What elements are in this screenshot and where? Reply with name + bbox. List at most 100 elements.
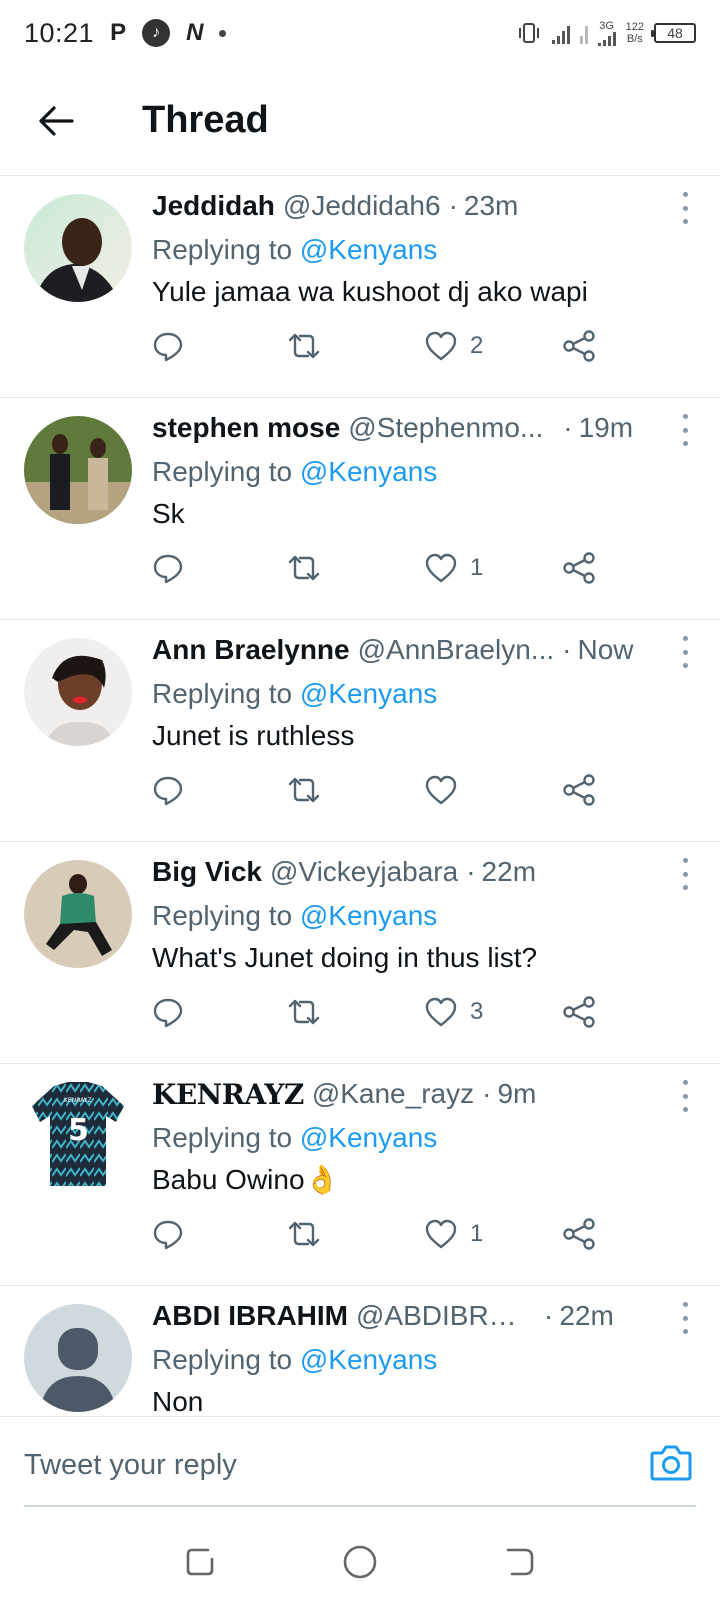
user-handle[interactable]: @ABDIBRAH...: [356, 1300, 526, 1332]
heart-icon: [425, 553, 457, 583]
display-name[interactable]: stephen mose: [152, 412, 340, 444]
tweet-body: KENRAYZ @Kane_rayz · 9m Replying to @Ken…: [152, 1074, 696, 1202]
share-button[interactable]: [562, 990, 596, 1034]
reply-icon: [153, 554, 183, 584]
separator-dot: ·: [448, 190, 458, 221]
reply-tweet[interactable]: ABDI IBRAHIM @ABDIBRAH... · 22m Replying…: [0, 1286, 720, 1416]
like-button[interactable]: 1: [424, 1212, 483, 1256]
avatar[interactable]: [24, 1304, 132, 1412]
reply-button[interactable]: [152, 768, 184, 812]
replying-to: Replying to @Kenyans: [152, 1118, 696, 1158]
display-name[interactable]: Ann Braelynne: [152, 634, 350, 666]
retweet-icon: [288, 555, 320, 581]
avatar[interactable]: [24, 860, 132, 968]
heart-icon: [425, 775, 457, 805]
home-button[interactable]: [330, 1532, 390, 1592]
avatar[interactable]: [24, 194, 132, 302]
retweet-icon: [288, 777, 320, 803]
heart-icon: [425, 997, 457, 1027]
input-underline: [24, 1505, 696, 1507]
share-button[interactable]: [562, 324, 596, 368]
mention-link[interactable]: @Kenyans: [300, 900, 437, 931]
avatar[interactable]: [24, 416, 132, 524]
mention-link[interactable]: @Kenyans: [300, 1122, 437, 1153]
more-options-button[interactable]: [670, 856, 700, 892]
replying-to-label: Replying to: [152, 234, 300, 265]
like-button[interactable]: 2: [424, 324, 483, 368]
user-handle[interactable]: @Jeddidah6: [283, 190, 441, 222]
arrow-left-icon: [39, 105, 74, 136]
tweet-header: Big Vick @Vickeyjabara · 22m: [152, 852, 696, 892]
camera-button[interactable]: [648, 1439, 694, 1485]
more-options-button[interactable]: [670, 1300, 700, 1336]
share-button[interactable]: [562, 1212, 596, 1256]
timestamp[interactable]: 19m: [579, 412, 633, 444]
more-options-button[interactable]: [670, 1078, 700, 1114]
replying-to: Replying to @Kenyans: [152, 1340, 696, 1380]
retweet-button[interactable]: [286, 324, 322, 368]
more-options-button[interactable]: [670, 634, 700, 670]
reply-list[interactable]: Jeddidah @Jeddidah6 · 23m Replying to @K…: [0, 176, 720, 1416]
timestamp[interactable]: 22m: [482, 856, 536, 888]
mention-link[interactable]: @Kenyans: [300, 678, 437, 709]
signal-3-icon: [597, 31, 616, 46]
recents-button[interactable]: [170, 1532, 230, 1592]
reply-tweet[interactable]: 5 KENRAYZ KENRAYZ @Kane_rayz · 9m Replyi…: [0, 1064, 720, 1286]
user-handle[interactable]: @Stephenmo...: [348, 412, 543, 444]
retweet-button[interactable]: [286, 990, 322, 1034]
like-button[interactable]: 3: [424, 990, 483, 1034]
user-handle[interactable]: @Kane_rayz: [312, 1078, 474, 1110]
more-options-button[interactable]: [670, 412, 700, 448]
user-handle[interactable]: @AnnBraelyn...: [358, 634, 555, 666]
like-count: 2: [470, 332, 484, 359]
avatar[interactable]: [24, 638, 132, 746]
mention-link[interactable]: @Kenyans: [300, 456, 437, 487]
tweet-text: Sk: [152, 498, 185, 529]
timestamp[interactable]: 23m: [464, 190, 518, 222]
mention-link[interactable]: @Kenyans: [300, 1344, 437, 1375]
reply-button[interactable]: [152, 546, 184, 590]
tweet-text: Babu Owino👌: [152, 1164, 340, 1195]
default-avatar-icon: [24, 1304, 132, 1412]
tweet-header: KENRAYZ @Kane_rayz · 9m: [152, 1074, 696, 1114]
tweet-header: ABDI IBRAHIM @ABDIBRAH... · 22m: [152, 1296, 696, 1336]
user-handle[interactable]: @Vickeyjabara: [270, 856, 458, 888]
tiktok-icon: ♪: [142, 19, 171, 47]
retweet-button[interactable]: [286, 768, 322, 812]
mention-link[interactable]: @Kenyans: [300, 234, 437, 265]
jersey-number: 5: [68, 1113, 89, 1148]
retweet-button[interactable]: [286, 1212, 322, 1256]
reply-tweet[interactable]: Big Vick @Vickeyjabara · 22m Replying to…: [0, 842, 720, 1064]
retweet-icon: [288, 1221, 320, 1247]
share-icon: [563, 552, 595, 584]
avatar[interactable]: 5 KENRAYZ: [24, 1082, 132, 1190]
like-button[interactable]: [424, 768, 470, 812]
reply-tweet[interactable]: Jeddidah @Jeddidah6 · 23m Replying to @K…: [0, 176, 720, 398]
display-name[interactable]: KENRAYZ: [152, 1078, 304, 1111]
tweet-reply-input[interactable]: [24, 1435, 584, 1495]
timestamp[interactable]: 22m: [559, 1300, 613, 1332]
reply-button[interactable]: [152, 990, 184, 1034]
more-options-button[interactable]: [670, 190, 700, 226]
retweet-button[interactable]: [286, 546, 322, 590]
display-name[interactable]: Big Vick: [152, 856, 262, 888]
timestamp[interactable]: Now: [577, 634, 633, 666]
reply-icon: [153, 1220, 183, 1250]
reply-tweet[interactable]: Ann Braelynne @AnnBraelyn... · Now Reply…: [0, 620, 720, 842]
share-icon: [563, 1218, 595, 1250]
share-button[interactable]: [562, 768, 596, 812]
display-name[interactable]: Jeddidah: [152, 190, 275, 222]
separator-dot: ·: [563, 412, 573, 443]
replying-to: Replying to @Kenyans: [152, 896, 696, 936]
back-button[interactable]: [26, 91, 86, 151]
timestamp[interactable]: 9m: [497, 1078, 536, 1110]
like-button[interactable]: 1: [424, 546, 483, 590]
separator-dot: ·: [482, 1078, 492, 1109]
share-button[interactable]: [562, 546, 596, 590]
retweet-icon: [288, 999, 320, 1025]
reply-button[interactable]: [152, 1212, 184, 1256]
reply-tweet[interactable]: stephen mose @Stephenmo... · 19m Replyin…: [0, 398, 720, 620]
back-nav-button[interactable]: [490, 1532, 550, 1592]
display-name[interactable]: ABDI IBRAHIM: [152, 1300, 348, 1332]
reply-button[interactable]: [152, 324, 184, 368]
